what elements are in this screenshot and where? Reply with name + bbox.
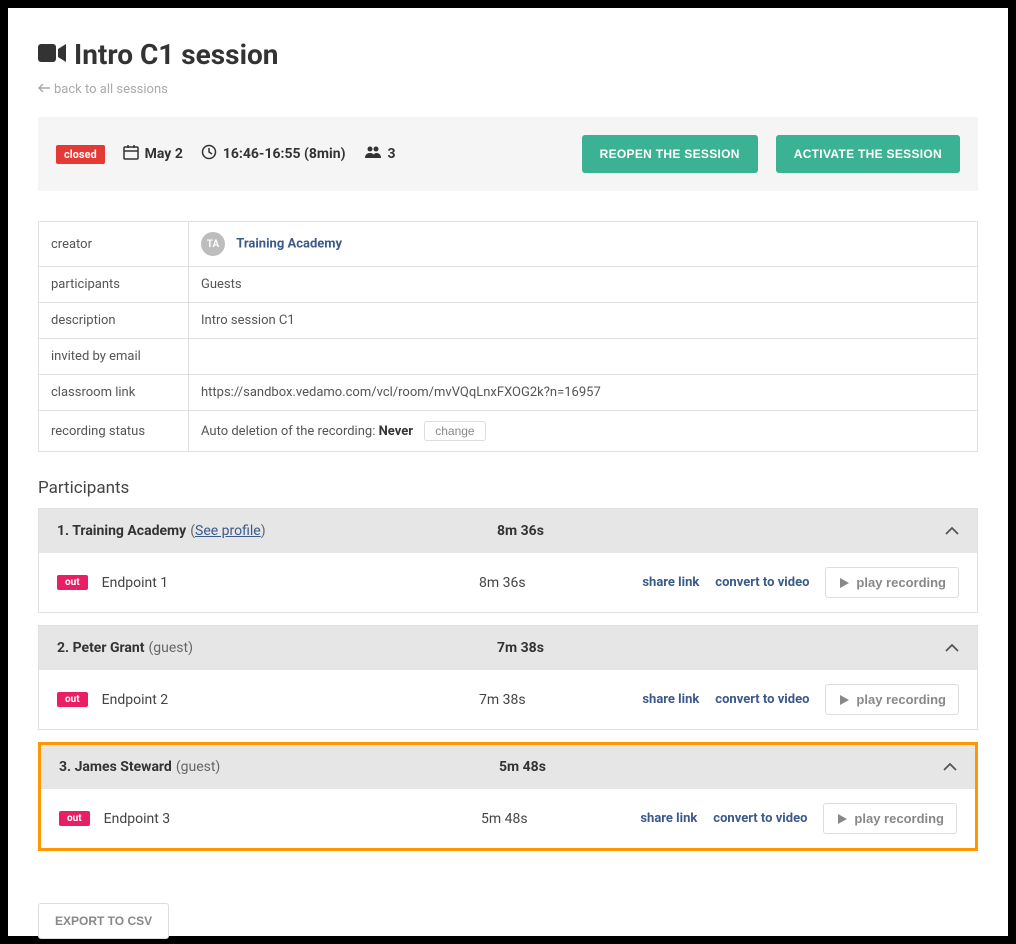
calendar-icon xyxy=(123,144,139,164)
status-bar: closed May 2 16:46-16:55 (8min) 3 REOPEN… xyxy=(38,117,978,191)
participant-name: 1. Training Academy xyxy=(57,523,186,539)
endpoint-duration: 5m 48s xyxy=(481,811,528,827)
participants-section-title: Participants xyxy=(38,478,978,498)
info-value-recording: Auto deletion of the recording: Never ch… xyxy=(189,411,978,452)
info-table: creator TA Training Academy participants… xyxy=(38,221,978,452)
export-to-csv-button[interactable]: EXPORT TO CSV xyxy=(38,903,169,939)
page-title-text: Intro C1 session xyxy=(74,38,278,71)
play-recording-button[interactable]: play recording xyxy=(823,803,957,834)
participant-duration: 7m 38s xyxy=(497,640,544,656)
participant-extra: (guest) xyxy=(176,759,220,775)
share-link-action[interactable]: share link xyxy=(640,811,697,826)
back-link-label: back to all sessions xyxy=(54,82,168,97)
see-profile-link[interactable]: See profile xyxy=(195,523,261,539)
reopen-session-button[interactable]: REOPEN THE SESSION xyxy=(582,135,758,173)
chevron-up-icon[interactable] xyxy=(945,523,959,539)
change-recording-button[interactable]: change xyxy=(424,421,485,441)
endpoint-actions: share link convert to video play recording xyxy=(642,684,959,715)
participant-name: 3. James Steward xyxy=(59,759,172,775)
status-people: 3 xyxy=(364,145,396,163)
page-title: Intro C1 session xyxy=(38,38,978,71)
info-value-participants: Guests xyxy=(189,267,978,303)
participant-name: 2. Peter Grant xyxy=(57,640,145,656)
chevron-up-icon[interactable] xyxy=(945,640,959,656)
info-value-link: https://sandbox.vedamo.com/vcl/room/mvVQ… xyxy=(189,375,978,411)
chevron-up-icon[interactable] xyxy=(943,759,957,775)
status-time: 16:46-16:55 (8min) xyxy=(201,144,346,164)
endpoint-duration: 7m 38s xyxy=(479,692,526,708)
clock-icon xyxy=(201,144,217,164)
convert-to-video-action[interactable]: convert to video xyxy=(715,575,809,590)
endpoint-name: Endpoint 2 xyxy=(102,692,169,708)
info-label-description: description xyxy=(39,303,189,339)
creator-link[interactable]: Training Academy xyxy=(236,236,342,251)
info-label-invited: invited by email xyxy=(39,339,189,375)
participant-extra: (guest) xyxy=(149,640,193,656)
status-badge-closed: closed xyxy=(56,145,105,164)
info-value-creator: TA Training Academy xyxy=(189,222,978,267)
participant-block: 2. Peter Grant (guest) 7m 38s out Endpoint … xyxy=(38,625,978,730)
play-recording-button[interactable]: play recording xyxy=(825,567,959,598)
info-label-link: classroom link xyxy=(39,375,189,411)
avatar: TA xyxy=(201,232,225,256)
people-icon xyxy=(364,145,382,163)
status-date: May 2 xyxy=(123,144,183,164)
info-value-invited xyxy=(189,339,978,375)
info-label-recording: recording status xyxy=(39,411,189,452)
info-value-description: Intro session C1 xyxy=(189,303,978,339)
activate-session-button[interactable]: ACTIVATE THE SESSION xyxy=(776,135,960,173)
status-badge-out: out xyxy=(57,692,88,707)
endpoint-row: out Endpoint 3 5m 48s share link convert to … xyxy=(41,789,975,848)
camera-icon xyxy=(38,38,66,71)
participant-header[interactable]: 2. Peter Grant (guest) 7m 38s xyxy=(39,626,977,670)
participant-header[interactable]: 3. James Steward (guest) 5m 48s xyxy=(41,745,975,789)
participant-block: 3. James Steward (guest) 5m 48s out Endpoin… xyxy=(38,742,978,851)
endpoint-actions: share link convert to video play recording xyxy=(640,803,957,834)
arrow-left-icon xyxy=(38,82,50,97)
share-link-action[interactable]: share link xyxy=(642,692,699,707)
info-label-creator: creator xyxy=(39,222,189,267)
endpoint-name: Endpoint 3 xyxy=(104,811,171,827)
convert-to-video-action[interactable]: convert to video xyxy=(713,811,807,826)
endpoint-row: out Endpoint 1 8m 36s share link convert to … xyxy=(39,553,977,612)
participant-duration: 8m 36s xyxy=(497,523,544,539)
play-recording-button[interactable]: play recording xyxy=(825,684,959,715)
convert-to-video-action[interactable]: convert to video xyxy=(715,692,809,707)
participant-duration: 5m 48s xyxy=(499,759,546,775)
status-badge-out: out xyxy=(59,811,90,826)
participant-block: 1. Training Academy (See profile)8m 36so… xyxy=(38,508,978,613)
back-to-sessions-link[interactable]: back to all sessions xyxy=(38,82,168,97)
endpoint-name: Endpoint 1 xyxy=(102,575,169,591)
endpoint-duration: 8m 36s xyxy=(479,575,526,591)
info-label-participants: participants xyxy=(39,267,189,303)
play-icon xyxy=(838,577,850,589)
share-link-action[interactable]: share link xyxy=(642,575,699,590)
play-icon xyxy=(838,694,850,706)
status-badge-out: out xyxy=(57,575,88,590)
endpoint-row: out Endpoint 2 7m 38s share link convert to … xyxy=(39,670,977,729)
play-icon xyxy=(836,813,848,825)
endpoint-actions: share link convert to video play recording xyxy=(642,567,959,598)
participant-header[interactable]: 1. Training Academy (See profile)8m 36s xyxy=(39,509,977,553)
